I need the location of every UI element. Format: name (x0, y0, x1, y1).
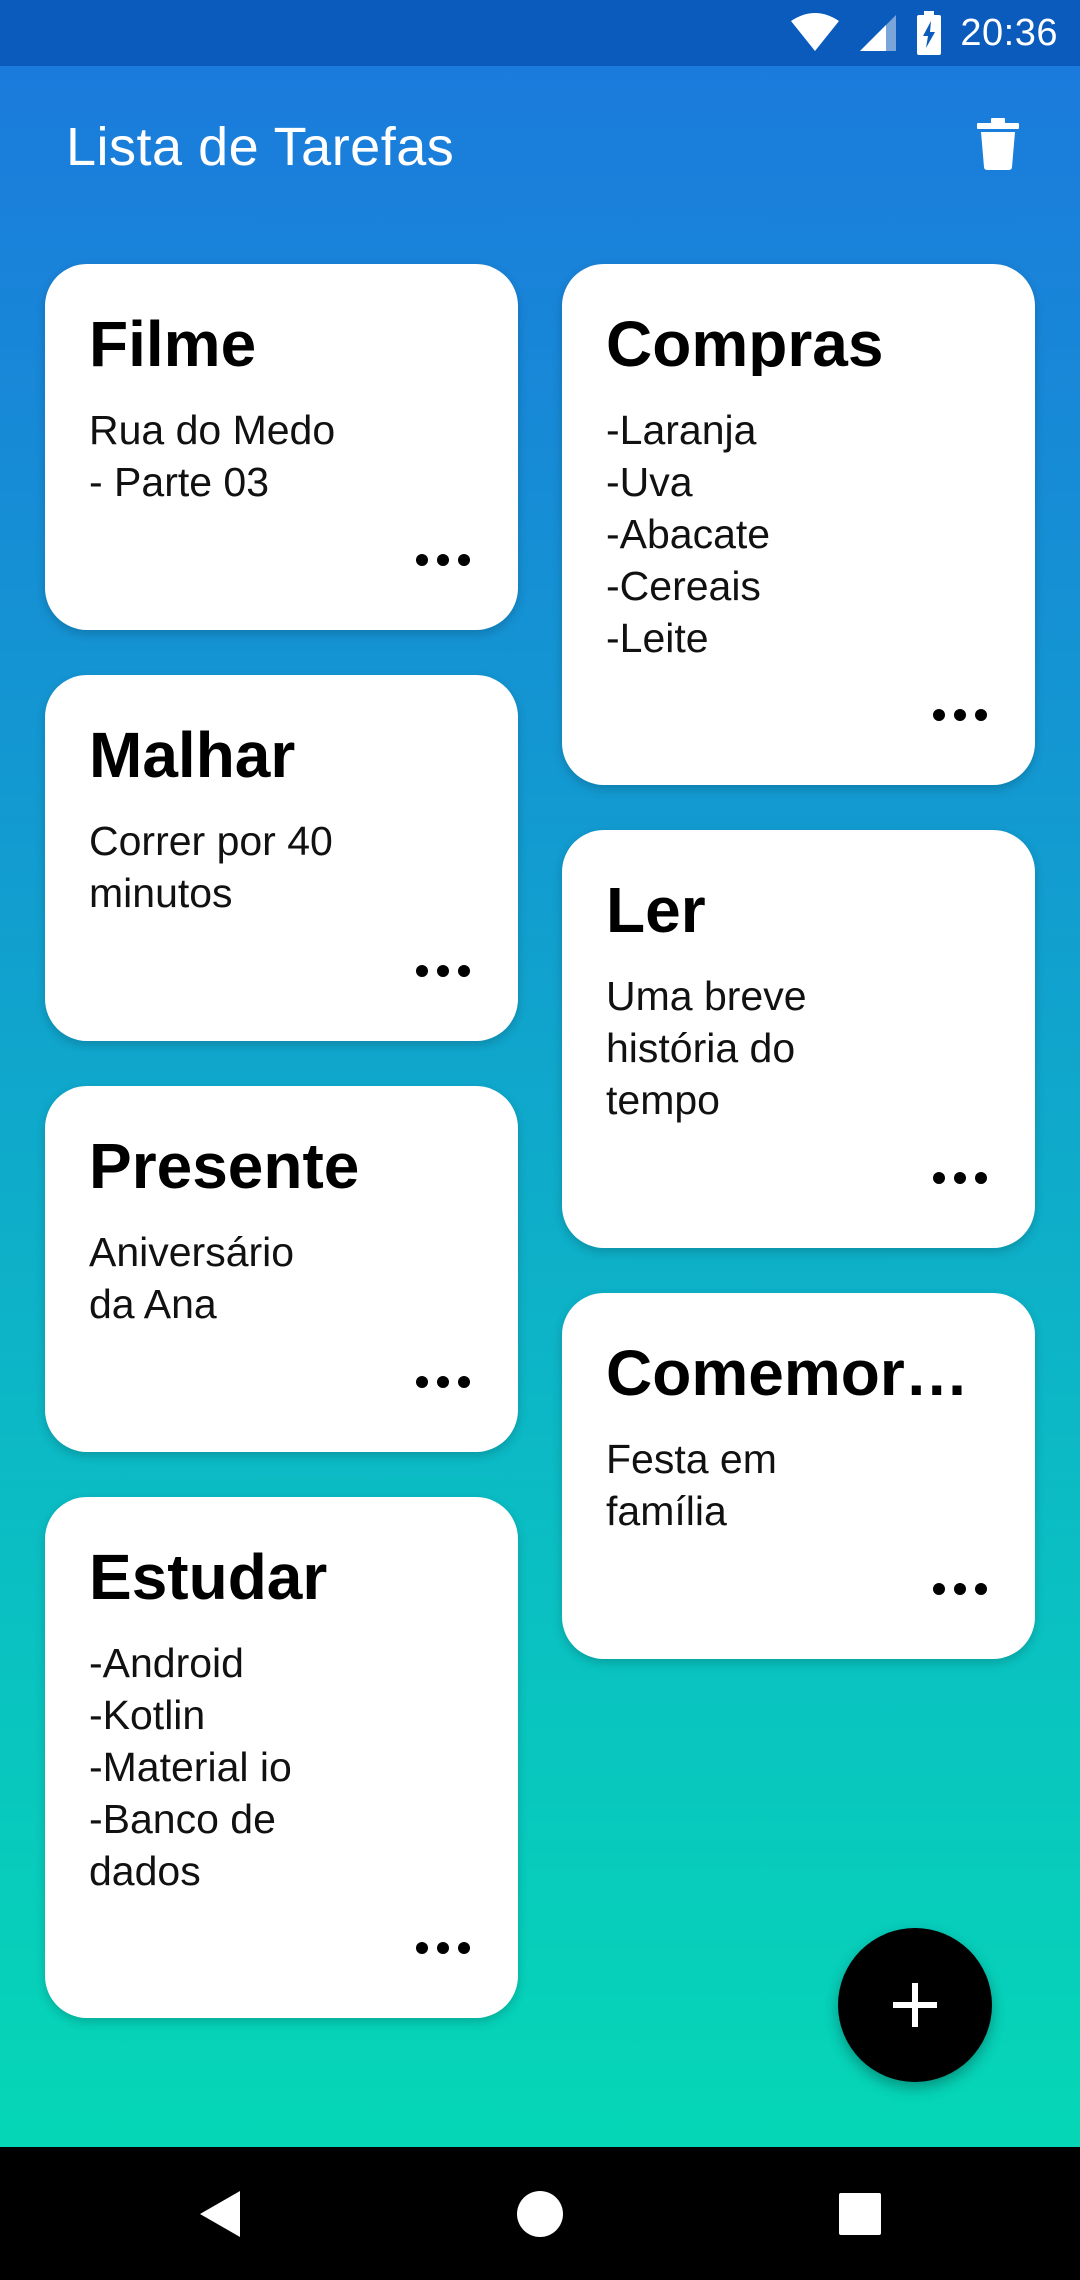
note-card-filme[interactable]: Filme Rua do Medo - Parte 03 (45, 264, 518, 630)
back-triangle-icon (200, 2190, 240, 2237)
note-body: Rua do Medo - Parte 03 (89, 407, 336, 505)
note-card-compras[interactable]: Compras -Laranja -Uva -Abacate -Cereais … (562, 264, 1035, 785)
more-options-icon[interactable] (416, 1940, 470, 1956)
note-body: -Laranja -Uva -Abacate -Cereais -Leite (606, 407, 771, 661)
more-options-icon[interactable] (933, 707, 987, 723)
plus-icon (893, 1983, 937, 2027)
more-options-icon[interactable] (933, 1581, 987, 1597)
more-options-icon[interactable] (416, 1374, 470, 1390)
more-options-icon[interactable] (416, 963, 470, 979)
cell-signal-icon (860, 15, 897, 51)
note-body: Aniversário da Ana (89, 1229, 295, 1327)
note-body: Festa em família (606, 1436, 777, 1534)
wifi-icon (791, 13, 840, 51)
note-title: Compras (606, 312, 884, 376)
note-body: Correr por 40 minutos (89, 818, 333, 916)
note-card-estudar[interactable]: Estudar -Android -Kotlin -Material io -B… (45, 1497, 518, 2018)
nav-home-button[interactable] (470, 2147, 610, 2280)
delete-all-button[interactable] (958, 104, 1038, 184)
app-screen: 20:36 Lista de Tarefas Filme Rua do Medo… (0, 0, 1080, 2147)
note-title: Filme (89, 312, 257, 376)
nav-back-button[interactable] (150, 2147, 290, 2280)
note-body: Uma breve história do tempo (606, 973, 807, 1123)
add-note-button[interactable] (838, 1928, 992, 2082)
system-nav-bar (0, 2147, 1080, 2280)
note-title: Estudar (89, 1545, 328, 1609)
status-icons: 20:36 (790, 0, 1058, 66)
battery-charging-icon (917, 11, 942, 55)
note-body: -Android -Kotlin -Material io -Banco de … (89, 1640, 292, 1894)
note-title: Ler (606, 878, 706, 942)
note-title: Comemoração (606, 1341, 995, 1405)
app-bar: Lista de Tarefas (0, 66, 1080, 226)
note-card-presente[interactable]: Presente Aniversário da Ana (45, 1086, 518, 1452)
more-options-icon[interactable] (416, 552, 470, 568)
recents-square-icon (839, 2192, 881, 2235)
note-card-ler[interactable]: Ler Uma breve história do tempo (562, 830, 1035, 1248)
status-time: 20:36 (960, 11, 1058, 54)
app-title: Lista de Tarefas (66, 117, 455, 177)
home-circle-icon (517, 2190, 563, 2237)
note-card-comemoracao[interactable]: Comemoração Festa em família (562, 1293, 1035, 1659)
status-bar: 20:36 (0, 0, 1080, 66)
note-title: Presente (89, 1134, 360, 1198)
note-title: Malhar (89, 723, 296, 787)
note-card-malhar[interactable]: Malhar Correr por 40 minutos (45, 675, 518, 1041)
trash-icon (977, 118, 1019, 170)
nav-recents-button[interactable] (790, 2147, 930, 2280)
more-options-icon[interactable] (933, 1170, 987, 1186)
